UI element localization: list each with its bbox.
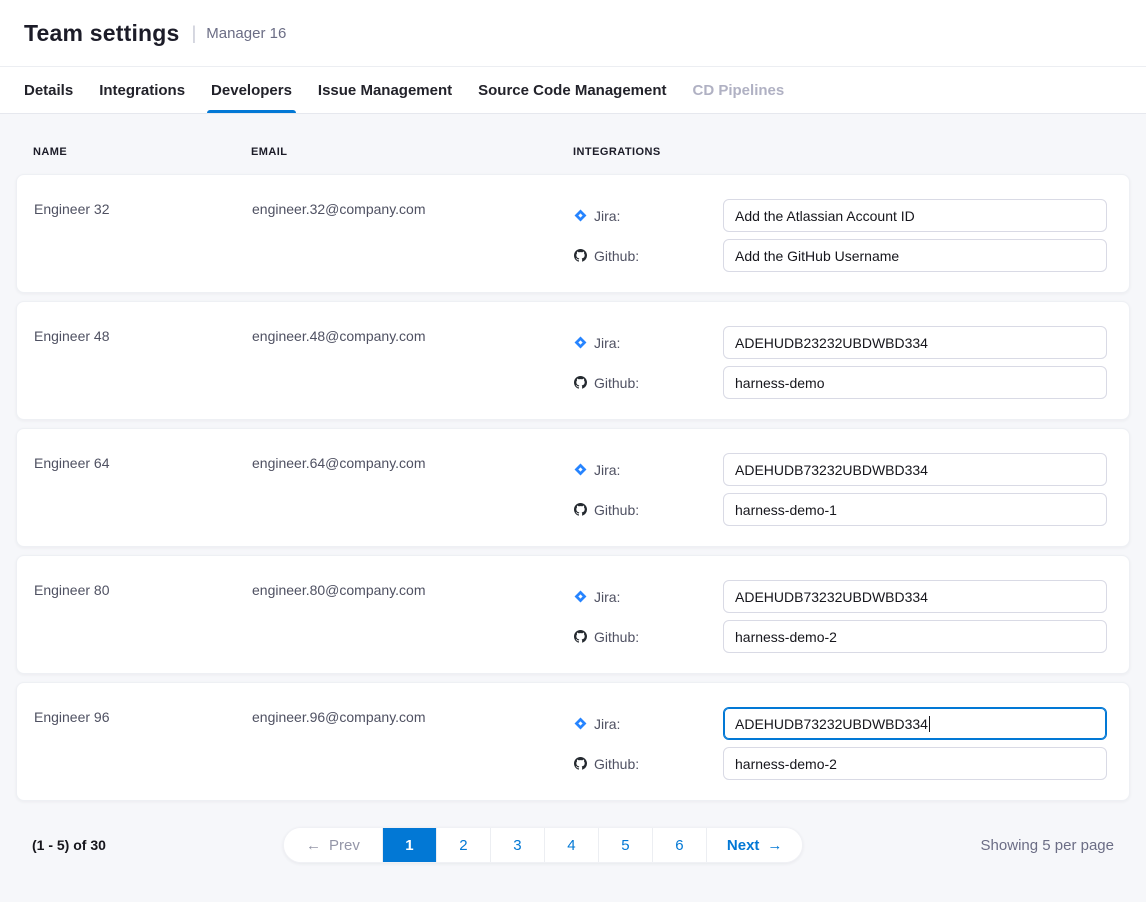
developer-name: Engineer 64 [34,453,252,526]
table-row: Engineer 32 engineer.32@company.com Jira… [16,174,1130,293]
github-icon [574,376,587,389]
tab-bar: Details Integrations Developers Issue Ma… [0,66,1146,114]
jira-label: Jira: [594,716,620,732]
pagination-bar: (1 - 5) of 30 ←Prev 1 2 3 4 5 6 Next→ Sh… [16,827,1130,863]
page-subtitle: Manager 16 [206,25,286,42]
github-label: Github: [594,375,639,391]
prev-page-button[interactable]: ←Prev [284,828,382,862]
table-row: Engineer 96 engineer.96@company.com Jira… [16,682,1130,801]
developer-email: engineer.80@company.com [252,580,574,653]
page-header: Team settings | Manager 16 [0,0,1146,66]
github-label: Github: [594,502,639,518]
title-divider: | [192,23,197,44]
jira-input[interactable]: ADEHUDB73232UBDWBD334 [723,580,1107,613]
pagination-summary: (1 - 5) of 30 [32,837,106,853]
arrow-left-icon: ← [306,837,321,854]
jira-label: Jira: [594,589,620,605]
table-row: Engineer 64 engineer.64@company.com Jira… [16,428,1130,547]
developer-email: engineer.48@company.com [252,326,574,399]
jira-icon [574,463,587,476]
next-page-button[interactable]: Next→ [706,828,803,862]
jira-input[interactable]: ADEHUDB73232UBDWBD334 [723,453,1107,486]
developer-name: Engineer 80 [34,580,252,653]
github-input[interactable]: harness-demo [723,366,1107,399]
page-title: Team settings [24,20,180,47]
github-icon [574,503,587,516]
table-row: Engineer 48 engineer.48@company.com Jira… [16,301,1130,420]
tab-issue-management[interactable]: Issue Management [318,67,452,113]
page-button-1[interactable]: 1 [382,828,436,862]
developer-name: Engineer 32 [34,199,252,272]
github-input[interactable]: harness-demo-2 [723,747,1107,780]
jira-label: Jira: [594,335,620,351]
page-button-5[interactable]: 5 [598,828,652,862]
tab-source-code-management[interactable]: Source Code Management [478,67,666,113]
column-header-name: NAME [33,146,251,158]
github-input[interactable]: harness-demo-1 [723,493,1107,526]
jira-label: Jira: [594,208,620,224]
table-row: Engineer 80 engineer.80@company.com Jira… [16,555,1130,674]
page-button-6[interactable]: 6 [652,828,706,862]
jira-icon [574,209,587,222]
column-header-email: EMAIL [251,146,573,158]
text-caret [929,716,930,732]
github-label: Github: [594,248,639,264]
github-label: Github: [594,756,639,772]
github-icon [574,630,587,643]
tab-details[interactable]: Details [24,67,73,113]
github-label: Github: [594,629,639,645]
jira-input-focused[interactable]: ADEHUDB73232UBDWBD334 [723,707,1107,740]
github-icon [574,757,587,770]
page-button-3[interactable]: 3 [490,828,544,862]
arrow-right-icon: → [767,837,782,854]
per-page-label: Showing 5 per page [981,837,1114,854]
developer-email: engineer.32@company.com [252,199,574,272]
column-header-integrations: INTEGRATIONS [573,146,1130,158]
tab-integrations[interactable]: Integrations [99,67,185,113]
tab-cd-pipelines: CD Pipelines [693,67,785,113]
jira-icon [574,717,587,730]
developer-email: engineer.96@company.com [252,707,574,780]
github-input[interactable]: harness-demo-2 [723,620,1107,653]
jira-input[interactable]: Add the Atlassian Account ID [723,199,1107,232]
jira-icon [574,590,587,603]
developer-email: engineer.64@company.com [252,453,574,526]
developer-name: Engineer 96 [34,707,252,780]
jira-input[interactable]: ADEHUDB23232UBDWBD334 [723,326,1107,359]
github-icon [574,249,587,262]
developer-name: Engineer 48 [34,326,252,399]
page-button-2[interactable]: 2 [436,828,490,862]
tab-developers[interactable]: Developers [211,67,292,113]
pagination: ←Prev 1 2 3 4 5 6 Next→ [283,827,803,863]
table-column-headers: NAME EMAIL INTEGRATIONS [16,146,1130,158]
page-button-4[interactable]: 4 [544,828,598,862]
jira-icon [574,336,587,349]
jira-label: Jira: [594,462,620,478]
github-input[interactable]: Add the GitHub Username [723,239,1107,272]
developers-panel: NAME EMAIL INTEGRATIONS Engineer 32 engi… [0,114,1146,863]
